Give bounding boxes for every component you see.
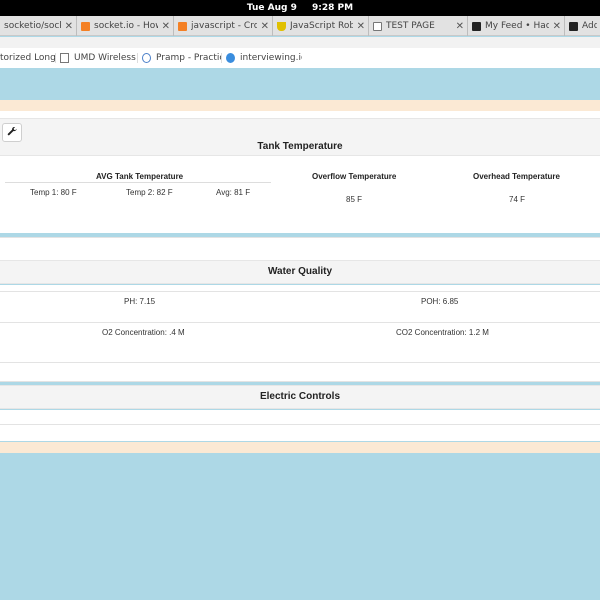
tab-socketio-stackoverflow[interactable]: socket.io - How t ✕ <box>77 16 174 36</box>
overflow-temperature-heading: Overflow Temperature <box>312 172 397 181</box>
divider <box>0 362 600 363</box>
bookmark-label: torized Longt <box>0 53 56 63</box>
tab-javascript-cross[interactable]: javascript - Cross ✕ <box>174 16 273 36</box>
avg-divider <box>5 182 271 183</box>
tab-my-feed[interactable]: My Feed • Hacke ✕ <box>468 16 565 36</box>
interviewing-icon <box>226 53 235 63</box>
tank-temperature-title: Tank Temperature <box>257 141 343 152</box>
bookmark-item[interactable]: UMD Wireless Au <box>56 53 138 63</box>
wrench-icon <box>7 127 17 136</box>
tab-test-page[interactable]: TEST PAGE ✕ <box>369 16 468 36</box>
page-icon <box>373 21 382 31</box>
tab-title: socket.io - How t <box>94 21 158 31</box>
tab-title: Add <box>582 21 597 31</box>
tab-title: JavaScript Robot <box>290 21 353 31</box>
divider <box>0 322 600 323</box>
page-icon <box>60 53 69 63</box>
water-panel <box>0 285 600 382</box>
temp1-value: Temp 1: 80 F <box>30 188 77 197</box>
browser-tab-strip: socketio/socket.i ✕ socket.io - How t ✕ … <box>0 16 600 36</box>
stackoverflow-icon <box>178 21 187 31</box>
bookmark-item[interactable]: interviewing.io - <box>222 53 302 63</box>
hackernews-icon <box>472 21 481 31</box>
temp2-value: Temp 2: 82 F <box>126 188 173 197</box>
electric-controls-title: Electric Controls <box>259 391 341 402</box>
avg-value: Avg: 81 F <box>216 188 251 197</box>
close-icon[interactable]: ✕ <box>357 21 365 32</box>
spacer <box>0 238 600 260</box>
ph-value: PH: 7.15 <box>124 297 156 306</box>
tab-title: TEST PAGE <box>386 21 435 31</box>
settings-button[interactable] <box>2 123 22 142</box>
overhead-temperature-value: 74 F <box>509 195 526 204</box>
water-quality-title: Water Quality <box>267 266 333 277</box>
hackernews-icon <box>569 21 578 31</box>
divider <box>0 424 600 425</box>
avg-tank-temperature-heading: AVG Tank Temperature <box>96 172 184 181</box>
robot-icon <box>277 21 286 31</box>
close-icon[interactable]: ✕ <box>261 21 269 32</box>
tab-socketio-github[interactable]: socketio/socket.i ✕ <box>0 16 77 36</box>
close-icon[interactable]: ✕ <box>553 21 561 32</box>
tab-title: socketio/socket.i <box>4 21 61 31</box>
stackoverflow-icon <box>81 21 90 31</box>
co2-concentration-value: CO2 Concentration: 1.2 M <box>396 328 489 337</box>
system-top-bar: Tue Aug 9 9:28 PM <box>0 0 600 16</box>
bookmark-item[interactable]: Pramp - Practice <box>138 53 222 63</box>
address-bar-area <box>0 37 600 48</box>
tab-add[interactable]: Add <box>565 16 600 36</box>
bookmark-label: Pramp - Practice <box>156 53 221 63</box>
system-time: 9:28 PM <box>312 3 354 13</box>
bookmark-label: UMD Wireless Au <box>74 53 137 63</box>
overhead-temperature-heading: Overhead Temperature <box>473 172 560 181</box>
poh-value: POH: 6.85 <box>421 297 459 306</box>
system-date: Tue Aug 9 <box>246 3 297 13</box>
overflow-temperature-value: 85 F <box>346 195 363 204</box>
close-icon[interactable]: ✕ <box>456 21 464 32</box>
bottom-band <box>0 442 600 453</box>
check-circle-icon <box>142 53 151 63</box>
tab-title: My Feed • Hacke <box>485 21 549 31</box>
electric-panel <box>0 410 600 441</box>
divider <box>0 291 600 292</box>
close-icon[interactable]: ✕ <box>162 21 170 32</box>
close-icon[interactable]: ✕ <box>65 21 73 32</box>
bookmark-label: interviewing.io - <box>240 53 302 63</box>
tab-title: javascript - Cross <box>191 21 257 31</box>
top-band <box>0 100 600 111</box>
bookmark-item[interactable]: torized Longt <box>0 53 56 63</box>
bookmarks-bar: torized Longt UMD Wireless Au Pramp - Pr… <box>0 48 600 68</box>
tab-javascript-robot[interactable]: JavaScript Robot ✕ <box>273 16 369 36</box>
divider <box>0 381 600 382</box>
o2-concentration-value: O2 Concentration: .4 M <box>102 328 185 337</box>
